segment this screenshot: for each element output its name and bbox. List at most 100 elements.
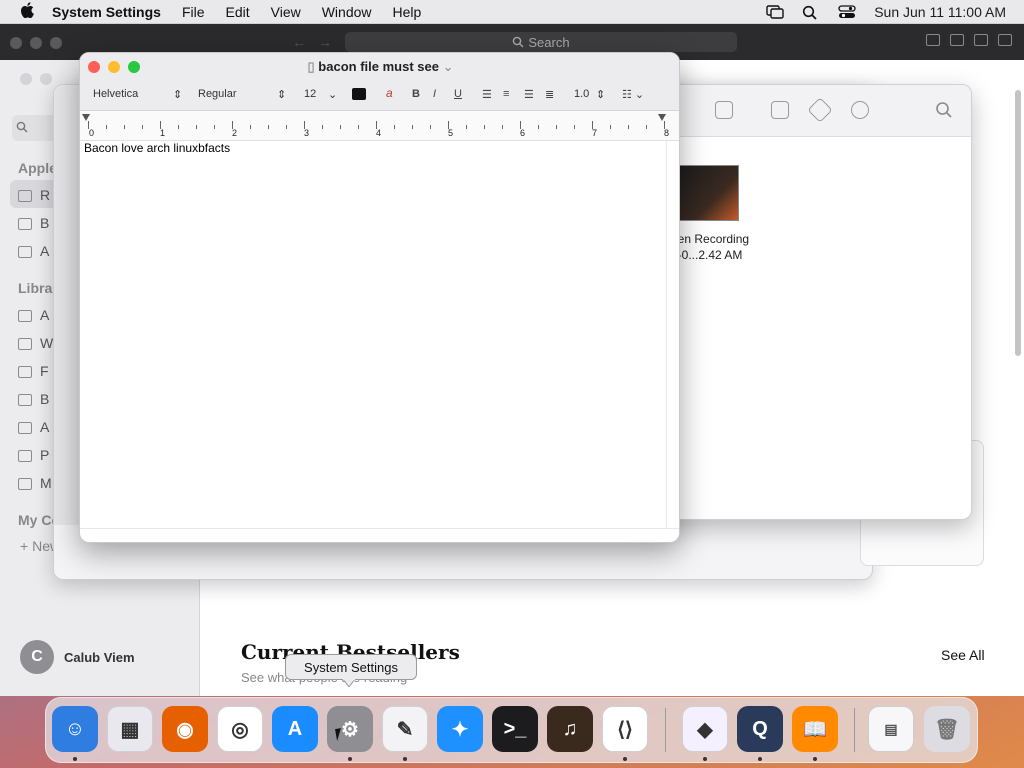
dock-app-firefox[interactable]: ◉: [162, 706, 208, 752]
finder-toolbar: [641, 85, 971, 137]
sidebar-item-library-0[interactable]: A: [18, 307, 49, 323]
highlight-color-icon[interactable]: a: [386, 86, 393, 100]
screen-mirroring-icon[interactable]: [766, 5, 784, 19]
align-left-icon[interactable]: ☰: [482, 88, 492, 101]
dock-app-visual-studio[interactable]: ◆: [682, 706, 728, 752]
books-close-icon[interactable]: [20, 73, 32, 85]
layout-grid-icon[interactable]: [998, 34, 1012, 46]
left-indent-marker-icon[interactable]: [82, 114, 90, 121]
plus-icon: +: [20, 538, 33, 554]
underline-button[interactable]: U: [454, 88, 462, 100]
dock-app-books[interactable]: 📖: [792, 706, 838, 752]
zoom-dot-icon[interactable]: [50, 37, 62, 49]
running-indicator: [73, 757, 77, 761]
minimize-dot-icon[interactable]: [30, 37, 42, 49]
background-search-field[interactable]: Search: [345, 32, 737, 52]
share-icon[interactable]: [771, 101, 789, 119]
menu-window[interactable]: Window: [322, 4, 372, 20]
spotlight-search-icon[interactable]: [802, 5, 820, 20]
books-minimize-icon[interactable]: [40, 73, 52, 85]
ruler-tick: [448, 121, 449, 129]
dock-app-quicktime[interactable]: Q: [737, 706, 783, 752]
sidebar-toggle-icon[interactable]: [926, 34, 940, 46]
apple-menu-icon[interactable]: [18, 1, 38, 22]
dock-app-launchpad[interactable]: ▦: [107, 706, 153, 752]
sidebar-item-audiobook-store[interactable]: A: [18, 243, 49, 259]
sidebar-section-apple: Apple: [18, 160, 57, 176]
back-arrow-icon[interactable]: ←: [292, 34, 306, 50]
font-family-select[interactable]: Helvetica ⇕: [93, 88, 182, 104]
menu-file[interactable]: File: [182, 4, 205, 20]
list-icon: [18, 478, 32, 491]
font-size-select[interactable]: 12 ⌄: [304, 88, 337, 104]
dock-app-safari[interactable]: ✦: [437, 706, 483, 752]
ruler[interactable]: 0 1 2 3 4 5 6 7 8: [80, 111, 679, 141]
justify-icon[interactable]: ≣: [545, 88, 554, 101]
ruler-tick: [178, 125, 179, 129]
sidebar-item-library-4[interactable]: A: [18, 419, 49, 435]
bag-icon: [18, 218, 32, 231]
system-settings-sidebar: [54, 85, 80, 525]
font-style-select[interactable]: Regular ⇕: [198, 88, 286, 104]
running-indicator: [703, 757, 707, 761]
more-actions-icon[interactable]: [851, 101, 869, 119]
ruler-tick: [304, 121, 305, 129]
ruler-number: 8: [664, 128, 670, 138]
ruler-tick: [286, 125, 287, 129]
sidebar-item-book-store[interactable]: B: [18, 215, 49, 231]
file-thumbnail[interactable]: [679, 165, 739, 221]
search-icon[interactable]: [935, 101, 953, 119]
user-account[interactable]: C Calub Viem: [20, 640, 135, 674]
stepper-icon: ⇕: [173, 89, 183, 101]
sidebar-item-reading-now[interactable]: R: [18, 187, 50, 203]
menu-app-name[interactable]: System Settings: [52, 4, 161, 20]
bold-button[interactable]: B: [412, 88, 420, 100]
trash-icon[interactable]: 🗑: [924, 706, 970, 752]
file-name[interactable]: een Recording 3-0...2.42 AM: [671, 231, 781, 263]
running-indicator: [623, 757, 627, 761]
tag-icon[interactable]: [807, 97, 833, 123]
menu-edit[interactable]: Edit: [226, 4, 250, 20]
window-title[interactable]: ▯ bacon file must see ⌄: [80, 59, 679, 75]
dock-app-vs-code[interactable]: ⟨⟩: [602, 706, 648, 752]
align-right-icon[interactable]: ☰: [524, 88, 534, 101]
sidebar-item-library-2[interactable]: F: [18, 363, 49, 379]
book-icon: [18, 190, 32, 203]
forward-arrow-icon[interactable]: →: [318, 34, 332, 50]
grid-icon: [18, 310, 32, 323]
menu-clock[interactable]: Sun Jun 11 11:00 AM: [874, 4, 1006, 20]
dock-app-finder[interactable]: ☺: [52, 706, 98, 752]
right-indent-marker-icon[interactable]: [658, 114, 666, 121]
document-text[interactable]: Bacon love arch linuxbfacts: [84, 141, 230, 155]
line-spacing-value: 1.0: [574, 88, 590, 100]
layout-split-icon[interactable]: [974, 34, 988, 46]
sidebar-item-library-6[interactable]: M: [18, 475, 52, 491]
layout-bottom-icon[interactable]: [950, 34, 964, 46]
dock-app-chrome[interactable]: ◎: [217, 706, 263, 752]
menu-help[interactable]: Help: [393, 4, 422, 20]
line-spacing-select[interactable]: 1.0 ⇕: [574, 88, 605, 104]
dock-app-textedit[interactable]: ✎: [382, 706, 428, 752]
background-toolbar-icons: [926, 34, 1012, 46]
sidebar-item-label: A: [40, 243, 50, 259]
align-center-icon[interactable]: ≡: [503, 88, 509, 100]
sidebar-item-library-3[interactable]: B: [18, 391, 49, 407]
sidebar-item-library-5[interactable]: P: [18, 447, 49, 463]
dock-app-terminal[interactable]: >_: [492, 706, 538, 752]
sidebar-item-library-1[interactable]: W: [18, 335, 53, 351]
close-dot-icon[interactable]: [10, 37, 22, 49]
list-bullets-icon[interactable]: ☷ ⌄: [622, 88, 644, 101]
menu-view[interactable]: View: [271, 4, 301, 20]
dock-app-garageband[interactable]: ♫: [547, 706, 593, 752]
see-all-link[interactable]: See All: [941, 647, 985, 663]
view-options-icon[interactable]: [715, 101, 733, 119]
dock-app-app-store[interactable]: A: [272, 706, 318, 752]
italic-button[interactable]: I: [433, 88, 436, 100]
downloads-stack-icon[interactable]: ▤: [868, 706, 914, 752]
running-indicator: [403, 757, 407, 761]
dock-app-system-settings[interactable]: ⚙: [327, 706, 373, 752]
control-center-icon[interactable]: [838, 5, 856, 19]
scrollbar[interactable]: [1015, 90, 1021, 356]
text-color-swatch[interactable]: [352, 88, 366, 100]
mouse-cursor-icon: [335, 727, 349, 741]
